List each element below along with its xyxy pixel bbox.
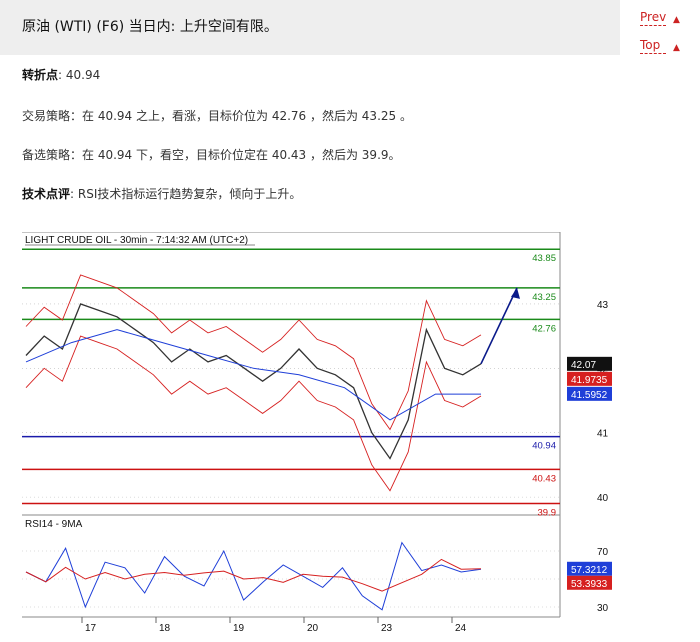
- y-tick-label: 40: [597, 493, 609, 504]
- level-label: 42.76: [532, 323, 556, 334]
- strategy-text: ：在 40.94 之上，看涨，目标价位为 42.76 ，然后为 43.25 。: [70, 109, 412, 123]
- alternative-text: ：在 40.94 下，看空，目标价位定在 40.43 ，然后为 39.9。: [70, 148, 401, 162]
- level-label: 43.85: [532, 253, 556, 264]
- comment-text: : RSI技术指标运行趋势复杂，倾向于上升。: [70, 187, 302, 201]
- x-tick-label: 17: [85, 623, 97, 634]
- price-chart: LIGHT CRUDE OIL - 30min - 7:14:32 AM (UT…: [22, 231, 622, 636]
- pivot-label: 转折点: [22, 68, 59, 82]
- level-label: 43.25: [532, 292, 556, 303]
- price-badge-label: 42.07: [571, 360, 596, 371]
- top-label: Top: [640, 38, 661, 52]
- prev-link[interactable]: Prev ▲: [640, 10, 680, 26]
- y-tick-label: 43: [597, 300, 609, 311]
- chart-title: LIGHT CRUDE OIL - 30min - 7:14:32 AM (UT…: [25, 235, 248, 246]
- prev-arrow-icon: ▲: [673, 15, 680, 25]
- side-nav: Prev ▲ Top ▲: [640, 10, 680, 66]
- y-tick-label: 41: [597, 429, 609, 440]
- chart-svg: LIGHT CRUDE OIL - 30min - 7:14:32 AM (UT…: [22, 231, 612, 634]
- rsi-badge-label: 53.3933: [571, 579, 608, 590]
- rsi-badge-label: 57.3212: [571, 565, 608, 576]
- x-tick-label: 23: [381, 623, 393, 634]
- x-tick-label: 19: [233, 623, 245, 634]
- prev-label: Prev: [640, 10, 667, 24]
- x-tick-label: 18: [159, 623, 171, 634]
- price-badge-label: 41.5952: [571, 390, 608, 401]
- price-badge-label: 41.9735: [571, 375, 608, 386]
- rsi-tick-label: 70: [597, 547, 609, 558]
- alternative-line: 备选策略：在 40.94 下，看空，目标价位定在 40.43 ，然后为 39.9…: [22, 146, 401, 163]
- rsi-tick-label: 30: [597, 603, 609, 614]
- header-bar: 原油 (WTI) (F6) 当日内: 上升空间有限。: [0, 0, 620, 55]
- pivot-line: 转折点: 40.94: [22, 66, 100, 83]
- comment-label: 技术点评: [22, 187, 71, 201]
- strategy-line: 交易策略：在 40.94 之上，看涨，目标价位为 42.76 ，然后为 43.2…: [22, 107, 412, 124]
- pivot-value: : 40.94: [58, 68, 101, 82]
- alternative-label: 备选策略: [22, 148, 71, 162]
- rsi-group: [22, 541, 560, 611]
- x-tick-label: 20: [307, 623, 319, 634]
- level-label: 40.43: [532, 473, 556, 484]
- level-label: 39.9: [538, 508, 557, 519]
- top-link[interactable]: Top ▲: [640, 38, 680, 54]
- level-label: 40.94: [532, 441, 556, 452]
- strategy-label: 交易策略: [22, 109, 71, 123]
- rsi-title: RSI14 - 9MA: [25, 519, 83, 530]
- page-title: 原油 (WTI) (F6) 当日内: 上升空间有限。: [22, 19, 278, 35]
- x-tick-label: 24: [455, 623, 467, 634]
- top-arrow-icon: ▲: [673, 43, 680, 53]
- comment-line: 技术点评: RSI技术指标运行趋势复杂，倾向于上升。: [22, 185, 301, 202]
